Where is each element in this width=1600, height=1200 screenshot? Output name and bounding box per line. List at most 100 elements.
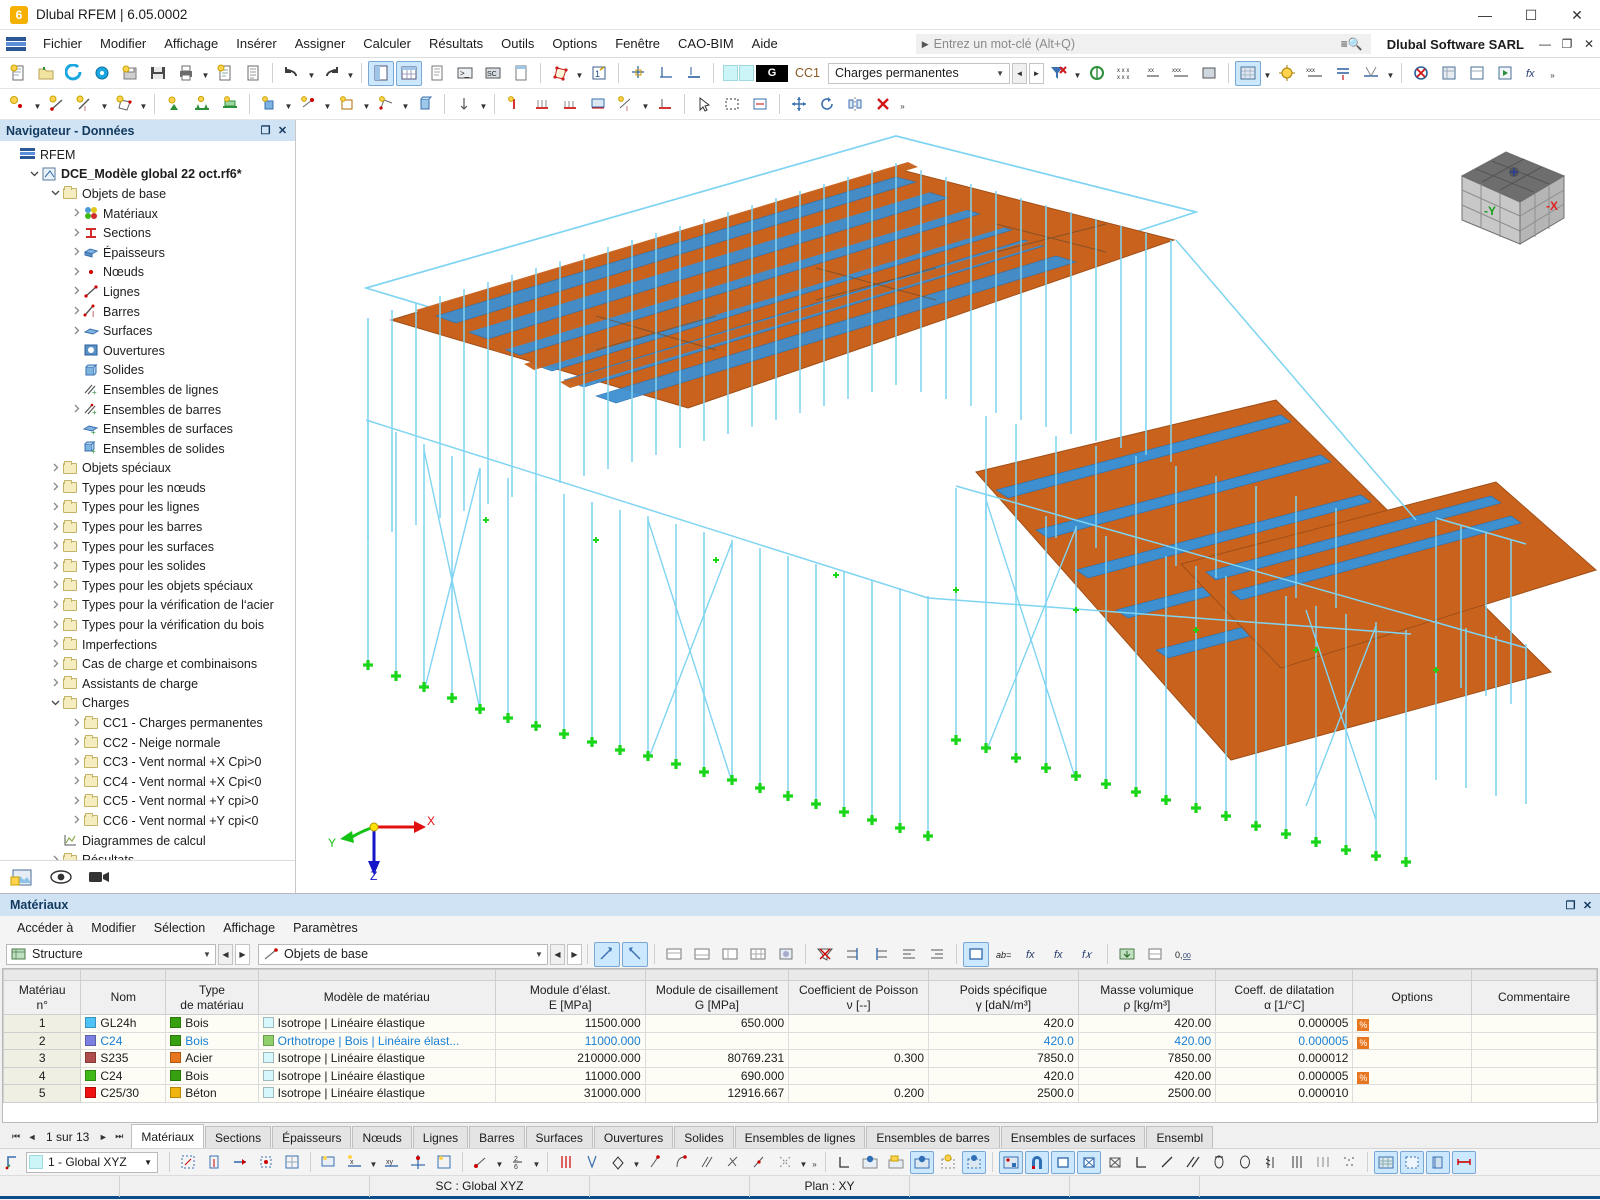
cell-comment[interactable] [1471, 1014, 1597, 1033]
table-rename-button[interactable]: ab= [991, 942, 1017, 967]
menu-aide[interactable]: Aide [743, 32, 787, 55]
cell-modulus-g[interactable]: 12916.667 [644, 1084, 790, 1103]
select-special-button[interactable] [747, 92, 773, 117]
chevron-right-icon[interactable] [69, 796, 83, 807]
chevron-right-icon[interactable] [69, 815, 83, 826]
structure-combo[interactable]: Structure ▼ [6, 943, 216, 965]
close-button[interactable]: ✕ [1554, 0, 1600, 30]
show-surfaces-button[interactable] [1051, 1150, 1075, 1174]
tree-item-rfem[interactable]: RFEM [0, 145, 295, 165]
table-column-header-5[interactable]: Module de cisaillement G [MPa] [644, 980, 790, 1015]
wp-move-button[interactable] [228, 1151, 252, 1174]
tree-item-types-pour-les-n-uds[interactable]: Types pour les nœuds [0, 478, 295, 498]
cell-material-type[interactable]: Bois [165, 1066, 259, 1085]
video-camera-icon[interactable] [82, 864, 115, 890]
table-panel-close-button[interactable]: ✕ [1579, 899, 1596, 912]
wp-origin-button[interactable] [176, 1151, 200, 1174]
nodal-load-button[interactable] [501, 92, 527, 117]
undo-dropdown-icon[interactable]: ▼ [306, 61, 317, 86]
solid-dropdown-icon[interactable]: ▼ [283, 92, 294, 117]
wp-lock-button[interactable] [254, 1151, 278, 1174]
cell-material-model[interactable]: Isotrope | Linéaire élastique [257, 1014, 496, 1033]
table-tab-ensembles-de-lignes[interactable]: Ensembles de lignes [734, 1126, 866, 1148]
select-all-button[interactable] [691, 92, 717, 117]
new-line-button[interactable] [44, 92, 70, 117]
chevron-down-icon[interactable]: ▼ [531, 950, 547, 959]
table-row[interactable]: 3 S235 Acier Isotrope | Linéaire élastique 2… [3, 1049, 1597, 1068]
objects-prev-button[interactable]: ◀ [550, 943, 565, 965]
calc-all-button[interactable] [1436, 61, 1462, 86]
chevron-down-icon[interactable] [48, 188, 62, 199]
chevron-right-icon[interactable] [69, 286, 83, 297]
opening-dropdown-icon[interactable]: ▼ [361, 92, 372, 117]
opening-button[interactable] [334, 92, 360, 117]
redo-dropdown-icon[interactable]: ▼ [345, 61, 356, 86]
cell-material-number[interactable]: 3 [3, 1049, 82, 1068]
view-load-button[interactable] [1330, 61, 1356, 86]
line-load-button[interactable] [557, 92, 583, 117]
menu-options[interactable]: Options [543, 32, 606, 55]
render-dropdown-icon[interactable]: ▼ [574, 61, 585, 86]
tree-item-types-pour-la-v-rification-du-bois[interactable]: Types pour la vérification du bois [0, 615, 295, 635]
osnap-divide-dropdown-icon[interactable]: ▼ [531, 1150, 542, 1175]
tree-item-cc5-vent-normal-y-cpi-0[interactable]: CC5 - Vent normal +Y cpi>0 [0, 792, 295, 812]
view-section-button[interactable] [1358, 61, 1384, 86]
table-column-header-4[interactable]: Module d’élast. E [MPa] [494, 980, 646, 1015]
navigator-toggle-button[interactable] [368, 60, 394, 86]
tree-item-cas-de-charge-et-combinaisons[interactable]: Cas de charge et combinaisons [0, 654, 295, 674]
tree-item-cc3-vent-normal-x-cpi-0[interactable]: CC3 - Vent normal +X Cpi>0 [0, 752, 295, 772]
model-info-button[interactable] [89, 61, 115, 86]
polar-button[interactable] [580, 1151, 604, 1174]
navigator-restore-button[interactable]: ❐ [257, 124, 274, 137]
view-dimension-button[interactable]: xxx [1302, 61, 1328, 86]
select-box-button[interactable] [719, 92, 745, 117]
cell-options[interactable]: % [1352, 1066, 1473, 1085]
tangent-snap-button[interactable] [747, 1151, 771, 1174]
delete-button[interactable] [870, 92, 896, 117]
menu-fenetre[interactable]: Fenêtre [606, 32, 669, 55]
menu-assigner[interactable]: Assigner [286, 32, 355, 55]
chevron-right-icon[interactable] [48, 482, 62, 493]
menu-fichier[interactable]: Fichier [34, 32, 91, 55]
table-show-model-button[interactable] [594, 941, 620, 967]
cell-modulus-e[interactable]: 210000.000 [494, 1049, 646, 1068]
numbering-button[interactable]: 1 [586, 61, 612, 86]
mesh-refine-dropdown-icon[interactable]: ▼ [400, 92, 411, 117]
cell-material-model[interactable]: Isotrope | Linéaire élastique [257, 1066, 496, 1085]
cell-material-name[interactable]: C25/30 [80, 1084, 167, 1103]
structure-prev-button[interactable]: ◀ [218, 943, 233, 965]
cell-thermal-expansion[interactable]: 0.000005 [1215, 1066, 1354, 1085]
table-toggle-button[interactable] [396, 60, 422, 86]
move-button[interactable] [786, 92, 812, 117]
menu-affichage[interactable]: Affichage [155, 32, 227, 55]
more-toolbar-icon[interactable]: » [1547, 61, 1558, 86]
table-decimals-button[interactable]: 0, 00 [1170, 942, 1196, 967]
cell-material-type[interactable]: Bois [165, 1014, 259, 1033]
tree-item-surfaces[interactable]: Surfaces [0, 321, 295, 341]
new-member-dropdown-icon[interactable]: ▼ [99, 92, 110, 117]
visibility-eye-icon[interactable] [44, 864, 77, 890]
cell-comment[interactable] [1471, 1066, 1597, 1085]
cell-material-type[interactable]: Bois [165, 1031, 259, 1050]
hinge-dropdown-icon[interactable]: ▼ [322, 92, 333, 117]
cell-density[interactable]: 420.00 [1077, 1031, 1217, 1050]
cell-specific-weight[interactable]: 7850.0 [928, 1049, 1079, 1068]
menu-modifier[interactable]: Modifier [91, 32, 155, 55]
cell-material-name[interactable]: C24 [80, 1066, 167, 1085]
chevron-right-icon[interactable] [48, 502, 62, 513]
menu-resultats[interactable]: Résultats [420, 32, 492, 55]
cell-material-number[interactable]: 4 [3, 1066, 82, 1085]
chevron-right-icon[interactable] [69, 247, 83, 258]
show-releases-button[interactable] [1311, 1151, 1335, 1174]
coordinate-system-icon[interactable] [1, 1151, 25, 1174]
snap-xgrid-dropdown-icon[interactable]: ▼ [368, 1150, 379, 1175]
cell-specific-weight[interactable]: 2500.0 [928, 1084, 1079, 1103]
pager-first-button[interactable]: ⏮ [8, 1131, 24, 1142]
table-column-header-0[interactable]: Matériau n° [3, 980, 82, 1015]
cell-modulus-e[interactable]: 11000.000 [494, 1031, 646, 1050]
formula-button[interactable]: fx [1520, 61, 1546, 86]
table-menu-acceder-a[interactable]: Accéder à [8, 918, 82, 938]
show-mesh-points-button[interactable] [1337, 1151, 1361, 1174]
cell-specific-weight[interactable]: 420.0 [928, 1066, 1079, 1085]
rotate-button[interactable] [814, 92, 840, 117]
